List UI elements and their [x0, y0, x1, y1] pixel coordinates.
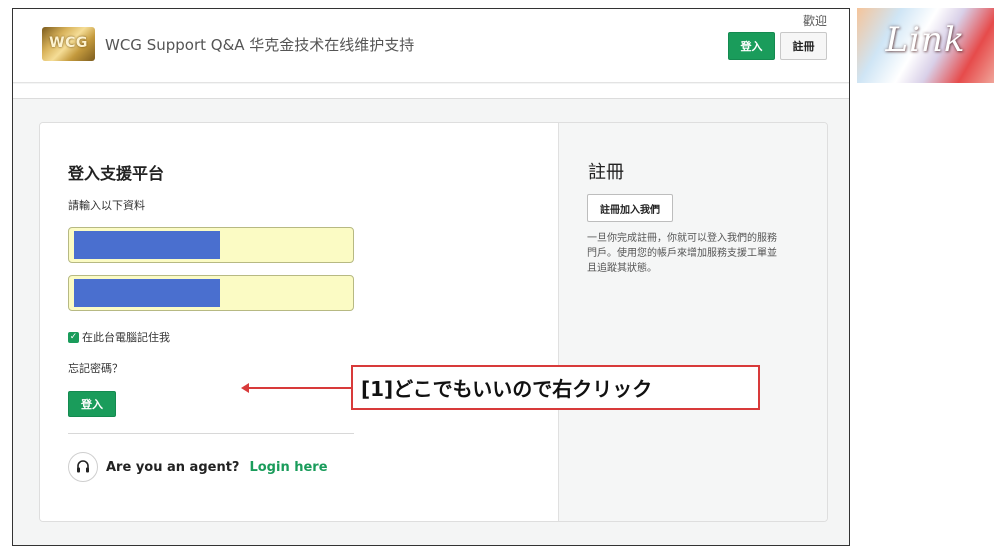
wcg-logo-text: WCG	[49, 35, 88, 51]
annotation-callout: [1]どこでもいいので右クリック	[351, 365, 760, 410]
link-brand-logo-text: Link	[885, 20, 966, 60]
header-sub-band	[13, 84, 849, 99]
agent-login-link[interactable]: Login here	[249, 460, 327, 475]
wcg-logo[interactable]: WCG	[42, 27, 95, 61]
agent-login-row: Are you an agent? Login here	[68, 452, 328, 482]
register-panel: 註冊 註冊加入我們 一旦你完成註冊，你就可以登入我們的服務門戶。使用您的帳戶來增…	[558, 123, 827, 521]
redacted-password-mask	[74, 279, 220, 307]
forgot-password-link[interactable]: 忘記密碼？	[68, 360, 123, 376]
welcome-text: 歡迎	[802, 14, 827, 28]
login-panel: 登入支援平台 請輸入以下資料 ✓ 在此台電腦記住我 忘記密碼？ 登入 Are y…	[40, 123, 558, 521]
login-title: 登入支援平台	[68, 164, 165, 183]
login-submit-button[interactable]: 登入	[68, 391, 116, 417]
register-description: 一旦你完成註冊，你就可以登入我們的服務門戶。使用您的帳戶來增加服務支援工單並且追…	[587, 233, 777, 274]
check-icon[interactable]: ✓	[68, 331, 79, 343]
annotation-arrow	[245, 387, 351, 389]
register-join-button[interactable]: 註冊加入我們	[587, 194, 673, 222]
link-brand-logo: Link	[857, 8, 994, 83]
browser-screenshot-frame: WCG WCG Support Q&A 华克金技术在线维护支持 歡迎 登入 註冊…	[12, 8, 850, 546]
remember-me-label: 在此台電腦記住我	[82, 331, 170, 344]
site-header: WCG WCG Support Q&A 华克金技术在线维护支持 歡迎 登入 註冊	[13, 9, 849, 83]
password-field[interactable]	[68, 275, 354, 311]
site-title: WCG Support Q&A 华克金技术在线维护支持	[105, 36, 415, 54]
login-subtitle: 請輸入以下資料	[68, 199, 145, 212]
header-login-button[interactable]: 登入	[728, 32, 775, 60]
header-register-button[interactable]: 註冊	[780, 32, 827, 60]
login-card: 登入支援平台 請輸入以下資料 ✓ 在此台電腦記住我 忘記密碼？ 登入 Are y…	[39, 122, 828, 522]
email-field[interactable]	[68, 227, 354, 263]
redacted-email-mask	[74, 231, 220, 259]
headset-icon	[68, 452, 98, 482]
agent-question: Are you an agent?	[106, 459, 240, 475]
register-title: 註冊	[588, 162, 624, 183]
divider	[68, 433, 354, 434]
remember-me[interactable]: ✓ 在此台電腦記住我	[68, 329, 170, 345]
